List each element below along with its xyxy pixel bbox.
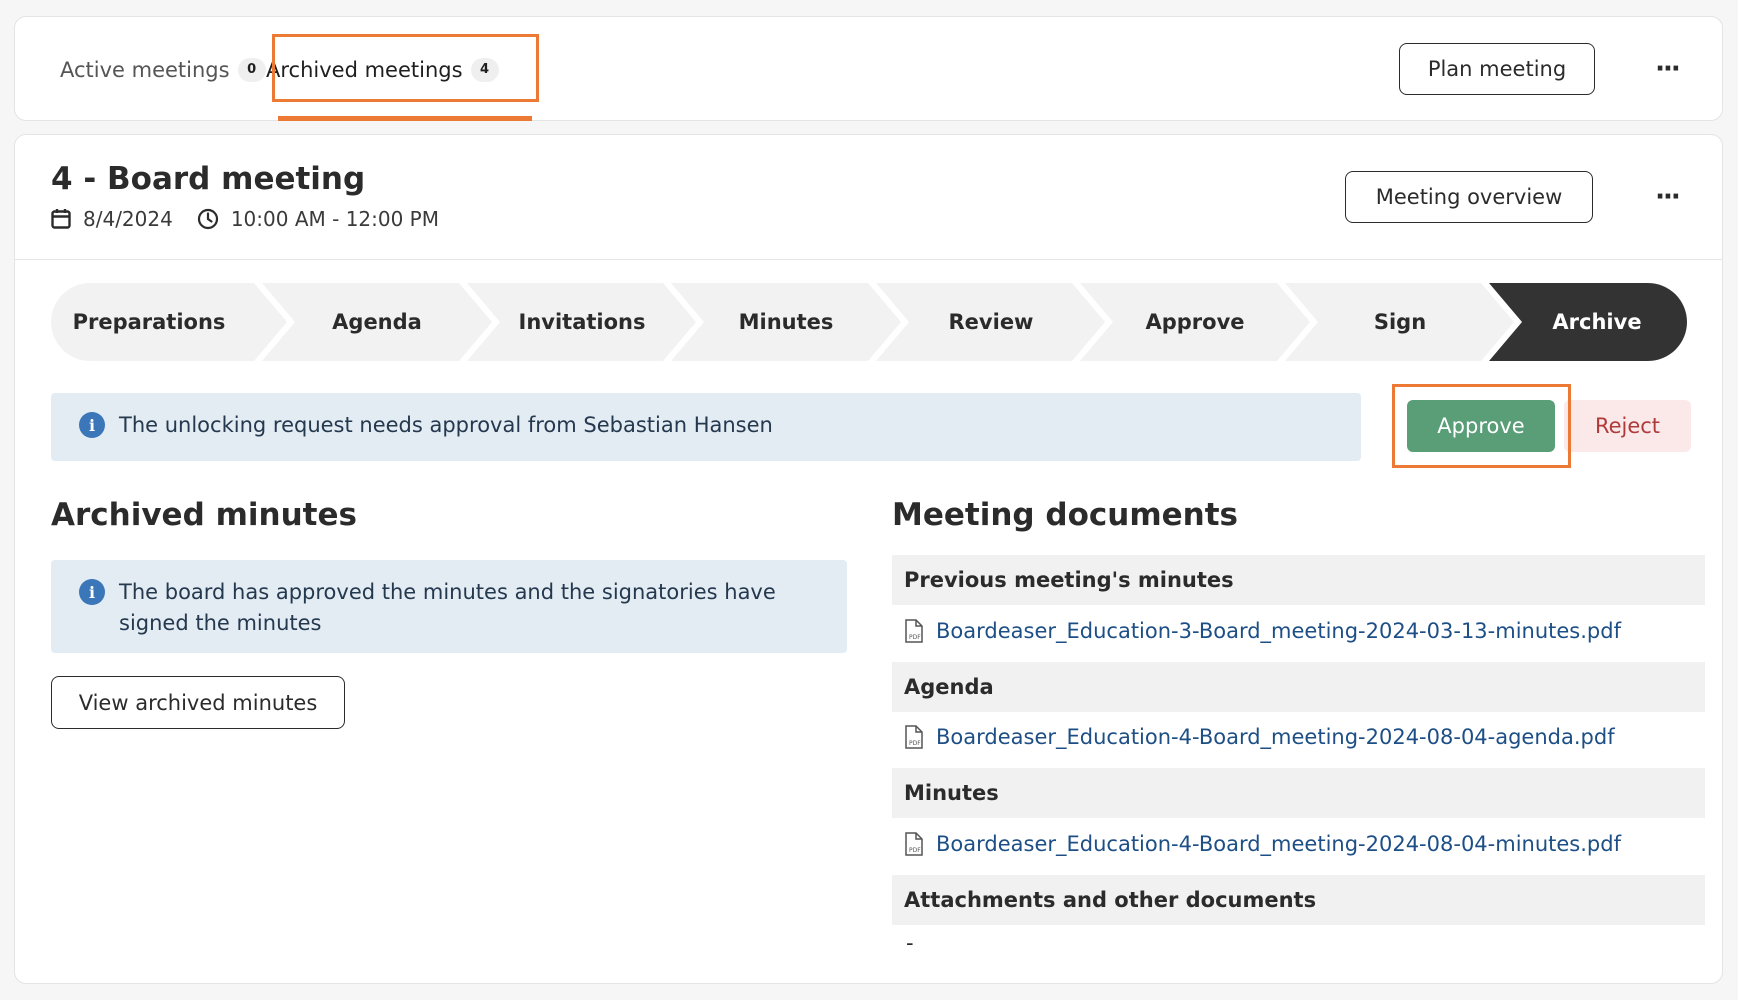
- step-review[interactable]: Review: [891, 283, 1091, 361]
- tab-active-meetings-label: Active meetings: [60, 57, 230, 82]
- meeting-title: 4 - Board meeting: [51, 161, 366, 197]
- doc-section-previous-minutes: Previous meeting's minutes: [892, 555, 1705, 605]
- clock-icon: [197, 208, 218, 230]
- meetings-tab-bar: Active meetings 0 Archived meetings 4 Pl…: [14, 16, 1723, 121]
- meeting-overview-button[interactable]: Meeting overview: [1345, 171, 1593, 223]
- attachments-empty: -: [906, 931, 914, 955]
- more-options-icon[interactable]: ···: [1647, 49, 1687, 89]
- svg-text:PDF: PDF: [909, 740, 921, 747]
- plan-meeting-button[interactable]: Plan meeting: [1399, 43, 1595, 95]
- tab-active-meetings[interactable]: Active meetings 0: [60, 17, 266, 122]
- step-invitations[interactable]: Invitations: [482, 283, 682, 361]
- doc-section-agenda: Agenda: [892, 662, 1705, 712]
- tab-archived-meetings-label: Archived meetings: [266, 57, 463, 82]
- step-approve[interactable]: Approve: [1095, 283, 1295, 361]
- unlock-request-message: The unlocking request needs approval fro…: [119, 413, 773, 437]
- previous-minutes-file-link[interactable]: PDF Boardeaser_Education-3-Board_meeting…: [904, 619, 1621, 643]
- minutes-filename: Boardeaser_Education-4-Board_meeting-202…: [936, 832, 1621, 856]
- pdf-file-icon: PDF: [905, 725, 923, 749]
- meeting-time: 10:00 AM - 12:00 PM: [230, 207, 440, 231]
- minutes-status-message: The board has approved the minutes and t…: [119, 580, 776, 635]
- active-tab-indicator: [278, 116, 532, 121]
- approve-unlock-button[interactable]: Approve: [1407, 400, 1555, 452]
- unlock-request-alert: i The unlocking request needs approval f…: [51, 393, 1361, 461]
- minutes-file-link[interactable]: PDF Boardeaser_Education-4-Board_meeting…: [904, 832, 1621, 856]
- doc-section-minutes: Minutes: [892, 768, 1705, 818]
- info-icon: i: [79, 412, 105, 438]
- meeting-documents-title: Meeting documents: [892, 497, 1238, 533]
- agenda-filename: Boardeaser_Education-4-Board_meeting-202…: [936, 725, 1615, 749]
- step-preparations[interactable]: Preparations: [51, 283, 247, 361]
- header-divider: [15, 259, 1722, 260]
- minutes-status-alert: i The board has approved the minutes and…: [51, 560, 847, 653]
- info-icon: i: [79, 579, 105, 605]
- step-sign[interactable]: Sign: [1300, 283, 1500, 361]
- meeting-date: 8/4/2024: [83, 207, 173, 231]
- svg-text:PDF: PDF: [909, 634, 921, 641]
- pdf-file-icon: PDF: [905, 832, 923, 856]
- workflow-stepper: Preparations Agenda Invitations Minutes …: [51, 283, 1687, 361]
- view-archived-minutes-button[interactable]: View archived minutes: [51, 676, 345, 729]
- doc-section-attachments: Attachments and other documents: [892, 875, 1705, 925]
- meeting-card: 4 - Board meeting 8/4/2024 10:00 AM - 12…: [14, 134, 1723, 984]
- meeting-more-options-icon[interactable]: ···: [1647, 177, 1687, 217]
- archived-minutes-title: Archived minutes: [51, 497, 357, 533]
- step-archive[interactable]: Archive: [1507, 283, 1687, 361]
- previous-minutes-filename: Boardeaser_Education-3-Board_meeting-202…: [936, 619, 1621, 643]
- tab-archived-meetings[interactable]: Archived meetings 4: [266, 17, 499, 122]
- active-meetings-count-badge: 0: [237, 57, 266, 82]
- agenda-file-link[interactable]: PDF Boardeaser_Education-4-Board_meeting…: [904, 725, 1615, 749]
- meeting-meta: 8/4/2024 10:00 AM - 12:00 PM: [51, 207, 439, 231]
- pdf-file-icon: PDF: [905, 619, 923, 643]
- calendar-icon: [51, 209, 71, 229]
- step-minutes[interactable]: Minutes: [686, 283, 886, 361]
- svg-text:PDF: PDF: [909, 847, 921, 854]
- step-agenda[interactable]: Agenda: [277, 283, 477, 361]
- archived-meetings-count-badge: 4: [470, 57, 499, 82]
- reject-unlock-button[interactable]: Reject: [1564, 400, 1691, 452]
